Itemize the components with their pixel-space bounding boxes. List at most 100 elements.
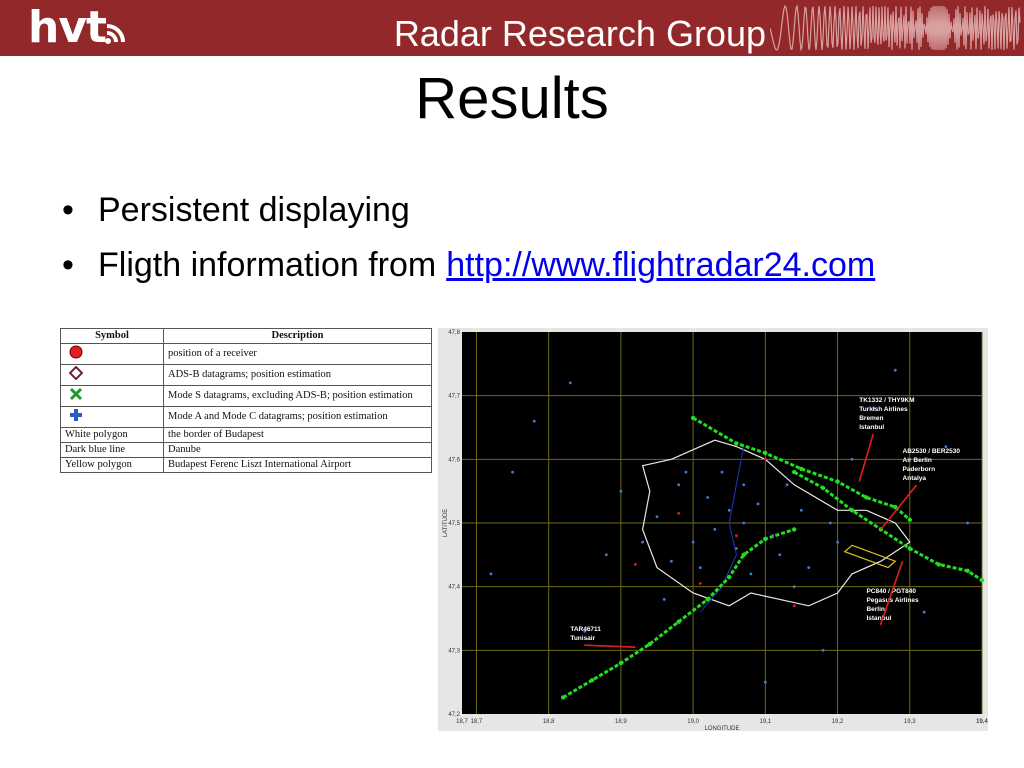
flight-plot-svg: 18,7 18,7 18,8 18,9 19,0 19,1 19,2 19,3 19,419,4… bbox=[443, 330, 988, 731]
bullet-text: Persistent displaying bbox=[98, 191, 410, 229]
x-axis-label: LONGITUDE bbox=[704, 726, 739, 731]
annotation-line: TK1332 / THY9KM bbox=[859, 397, 914, 404]
data-point bbox=[749, 572, 753, 576]
description-cell: Budapest Ferenc Liszt International Airp… bbox=[163, 457, 432, 473]
data-point bbox=[670, 559, 673, 563]
annotation-line: Antalya bbox=[903, 475, 927, 482]
table-row: Mode S datagrams, excluding ADS-B; posit… bbox=[60, 385, 432, 407]
description-cell: ADS-B datagrams; position estimation bbox=[163, 364, 432, 386]
description-cell: Mode S datagrams, excluding ADS-B; posit… bbox=[163, 385, 432, 407]
data-point bbox=[655, 515, 659, 518]
table-header-row: Symbol Description bbox=[60, 328, 432, 344]
bullet-dot: • bbox=[62, 246, 74, 284]
table-row: ADS-B datagrams; position estimation bbox=[60, 364, 432, 386]
data-point bbox=[684, 470, 688, 474]
x-tick-label: 19,3 bbox=[904, 719, 916, 725]
annotation-line: Istanbul bbox=[866, 615, 891, 622]
data-point bbox=[691, 540, 695, 544]
y-axis-label: LATITUDE bbox=[443, 509, 449, 538]
header-banner: hvt Radar Research Group bbox=[0, 0, 1024, 56]
data-point bbox=[713, 528, 717, 531]
data-point bbox=[850, 457, 854, 461]
data-point bbox=[641, 540, 644, 544]
symbol-cell bbox=[60, 343, 164, 365]
x-tick-label: 18,8 bbox=[543, 719, 555, 725]
symbol-cell bbox=[60, 406, 164, 428]
y-tick-label: 47,4 bbox=[448, 585, 460, 591]
data-point bbox=[763, 457, 767, 461]
y-tick-label: 47,2 bbox=[448, 712, 460, 718]
data-point bbox=[966, 521, 969, 525]
y-tick-label: 47,3 bbox=[448, 648, 460, 654]
annotation-line: Turkish Airlines bbox=[859, 406, 908, 413]
annotation-line: Pegasus Airlines bbox=[866, 597, 919, 604]
table-row: Yellow polygon Budapest Ferenc Liszt Int… bbox=[60, 457, 432, 473]
group-name: Radar Research Group bbox=[393, 13, 766, 54]
bullet-item: • Fligth information from http://www.fligh… bbox=[62, 245, 875, 285]
data-point bbox=[619, 489, 623, 493]
data-point bbox=[742, 483, 746, 487]
data-point bbox=[893, 368, 897, 372]
data-point bbox=[568, 381, 572, 385]
slide-title: Results bbox=[415, 66, 609, 131]
data-point bbox=[807, 566, 811, 569]
y-tick-label: 47,6 bbox=[448, 457, 460, 463]
symbol-cell: Dark blue line bbox=[60, 442, 164, 458]
annotation-line: Tunisair bbox=[570, 635, 595, 642]
x-tick-label: 18,7 bbox=[471, 719, 483, 725]
data-point bbox=[771, 534, 774, 538]
x-tick-label: 19,1 bbox=[759, 719, 771, 725]
data-point bbox=[489, 572, 493, 576]
data-point bbox=[922, 610, 926, 614]
data-point bbox=[706, 496, 709, 499]
flight-plot: 18,7 18,7 18,8 18,9 19,0 19,1 19,2 19,3 19,4 19,4… bbox=[438, 328, 988, 731]
data-point bbox=[735, 547, 738, 550]
green-x-icon bbox=[69, 387, 83, 401]
data-point bbox=[662, 598, 666, 601]
y-tick-label: 47,8 bbox=[448, 330, 460, 336]
description-cell: Danube bbox=[163, 442, 432, 458]
annotation-line: Air Berlin bbox=[903, 457, 932, 464]
table-row: Dark blue line Danube bbox=[60, 442, 432, 458]
x-tick-label: 19,2 bbox=[832, 719, 844, 725]
data-point bbox=[792, 604, 796, 608]
data-point bbox=[698, 582, 702, 585]
bullet-text: Fligth information from bbox=[98, 246, 437, 284]
annotation-line: Bremen bbox=[859, 415, 883, 422]
data-point bbox=[742, 521, 746, 525]
table-row: Mode A and Mode C datagrams; position es… bbox=[60, 406, 432, 428]
description-cell: Mode A and Mode C datagrams; position es… bbox=[163, 406, 432, 428]
description-cell: position of a receiver bbox=[163, 343, 432, 365]
red-circle-icon bbox=[69, 345, 83, 359]
x-tick-label: 19,0 bbox=[687, 719, 699, 725]
data-point bbox=[821, 648, 825, 652]
legend-table: Symbol Description position of a receive… bbox=[60, 328, 432, 473]
data-point bbox=[792, 585, 796, 589]
flightradar-link[interactable]: http://www.flightradar24.com bbox=[446, 246, 875, 284]
bullet-dot: • bbox=[62, 191, 74, 229]
data-point bbox=[778, 553, 782, 557]
description-cell: the border of Budapest bbox=[163, 427, 432, 443]
symbol-cell bbox=[60, 385, 164, 407]
data-point bbox=[785, 483, 789, 487]
x-tick-label: 18,9 bbox=[615, 719, 627, 725]
data-point bbox=[727, 508, 731, 512]
x-tick-label: 19,4 bbox=[976, 719, 988, 725]
symbol-cell bbox=[60, 364, 164, 386]
data-point bbox=[720, 470, 724, 474]
annotation-line: AB2530 / BER2530 bbox=[903, 448, 961, 455]
symbol-cell: Yellow polygon bbox=[60, 457, 164, 473]
signal-wave-icon bbox=[770, 4, 1021, 52]
wave-path bbox=[770, 4, 1021, 52]
symbol-cell: White polygon bbox=[60, 427, 164, 443]
table-row: White polygon the border of Budapest bbox=[60, 427, 432, 443]
data-point bbox=[735, 534, 738, 538]
logo-text: hvt bbox=[28, 2, 107, 53]
data-point bbox=[763, 680, 767, 684]
y-tick-label: 47,7 bbox=[448, 394, 460, 400]
annotation-line: Berlin bbox=[866, 606, 884, 613]
diamond-icon bbox=[68, 365, 84, 381]
y-tick-label: 47,5 bbox=[448, 521, 460, 527]
data-point bbox=[800, 508, 803, 512]
data-point bbox=[836, 540, 839, 544]
